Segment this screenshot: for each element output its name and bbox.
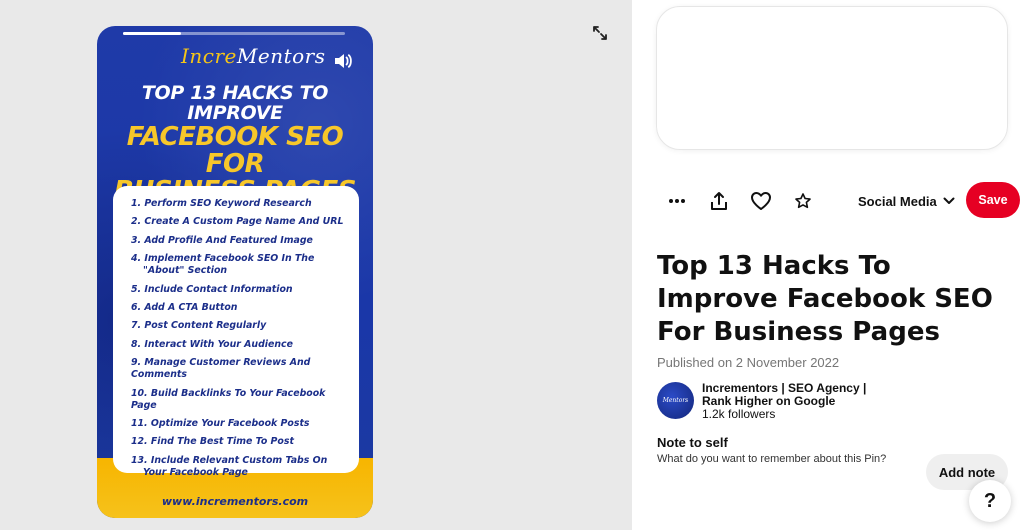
logo-suffix: Mentors <box>236 44 326 68</box>
list-item: 6. Add A CTA Button <box>131 301 238 313</box>
incrementors-logo: IncreMentors <box>181 44 326 68</box>
pin-details-panel: Social Media Save Top 13 Hacks To Improv… <box>632 0 1024 530</box>
published-date: Published on 2 November 2022 <box>657 355 840 370</box>
list-item: 12. Find The Best Time To Post <box>131 436 294 448</box>
board-selector[interactable]: Social Media <box>858 182 955 220</box>
list-item-continuation: "About" Section <box>143 265 228 277</box>
hacks-list-card: 1. Perform SEO Keyword Research 2. Creat… <box>113 186 359 478</box>
pin-media-area: IncreMentors TOP 13 HACKS TO IMPROVE FAC… <box>0 0 632 530</box>
pin-title: Top 13 Hacks To Improve Facebook SEO For… <box>657 251 993 347</box>
list-item-text: 13. Include Relevant Custom Tabs On <box>131 454 328 466</box>
list-item: 7. Post Content Regularly <box>131 320 267 332</box>
note-title: Note to self <box>657 435 728 450</box>
list-item: 3. Add Profile And Featured Image <box>131 234 313 246</box>
list-item: 5. Include Contact Information <box>131 283 293 295</box>
creator-name[interactable]: Incrementors | SEO Agency | Rank Higher … <box>702 382 892 408</box>
list-item: 4. Implement Facebook SEO In The "About" … <box>131 253 347 277</box>
more-icon <box>669 199 685 203</box>
video-progress-bar[interactable] <box>123 32 345 35</box>
expand-icon[interactable] <box>589 22 611 44</box>
react-button[interactable] <box>740 182 782 220</box>
hacks-list: 1. Perform SEO Keyword Research 2. Creat… <box>131 198 347 479</box>
creator-info[interactable]: Mentors Incrementors | SEO Agency | Rank… <box>657 382 892 421</box>
star-icon <box>795 193 811 209</box>
list-item: 11. Optimize Your Facebook Posts <box>131 417 310 429</box>
list-item: 13. Include Relevant Custom Tabs On Your … <box>131 455 347 479</box>
list-item-text: 4. Implement Facebook SEO In The <box>131 253 315 265</box>
save-button[interactable]: Save <box>966 182 1020 218</box>
logo-prefix: Incre <box>181 44 237 68</box>
list-item: 1. Perform SEO Keyword Research <box>131 198 312 209</box>
follower-count: 1.2k followers <box>702 407 776 421</box>
pin-closeup-page: IncreMentors TOP 13 HACKS TO IMPROVE FAC… <box>0 0 1024 530</box>
headline-line-2: FACEBOOK SEO FOR <box>126 121 344 179</box>
help-button[interactable]: ? <box>969 480 1011 522</box>
share-button[interactable] <box>698 182 740 220</box>
more-options-button[interactable] <box>656 182 698 220</box>
chevron-down-icon <box>943 197 955 204</box>
promoted-placeholder <box>656 6 1008 150</box>
board-selector-label: Social Media <box>858 193 937 209</box>
pin-video[interactable]: IncreMentors TOP 13 HACKS TO IMPROVE FAC… <box>97 26 373 518</box>
avatar[interactable]: Mentors <box>657 382 694 419</box>
note-prompt: What do you want to remember about this … <box>657 453 887 465</box>
list-item: 8. Interact With Your Audience <box>131 338 293 350</box>
list-item: 2. Create A Custom Page Name And URL <box>131 216 344 228</box>
avatar-logo-text: Mentors <box>662 397 689 404</box>
share-icon <box>711 192 727 210</box>
volume-icon[interactable] <box>333 52 353 70</box>
pin-action-bar: Social Media Save <box>656 182 1020 220</box>
heart-icon <box>751 192 771 210</box>
list-item-continuation: Your Facebook Page <box>143 466 248 478</box>
favorite-button[interactable] <box>782 182 824 220</box>
creator-details: Incrementors | SEO Agency | Rank Higher … <box>702 382 892 421</box>
list-item: 9. Manage Customer Reviews And Comments <box>131 357 311 381</box>
list-item: 10. Build Backlinks To Your Facebook Pag… <box>131 387 326 411</box>
pin-footer-url: www.incrementors.com <box>161 495 309 508</box>
video-progress-fill <box>123 32 181 35</box>
headline-line-1: TOP 13 HACKS TO IMPROVE <box>141 82 329 124</box>
